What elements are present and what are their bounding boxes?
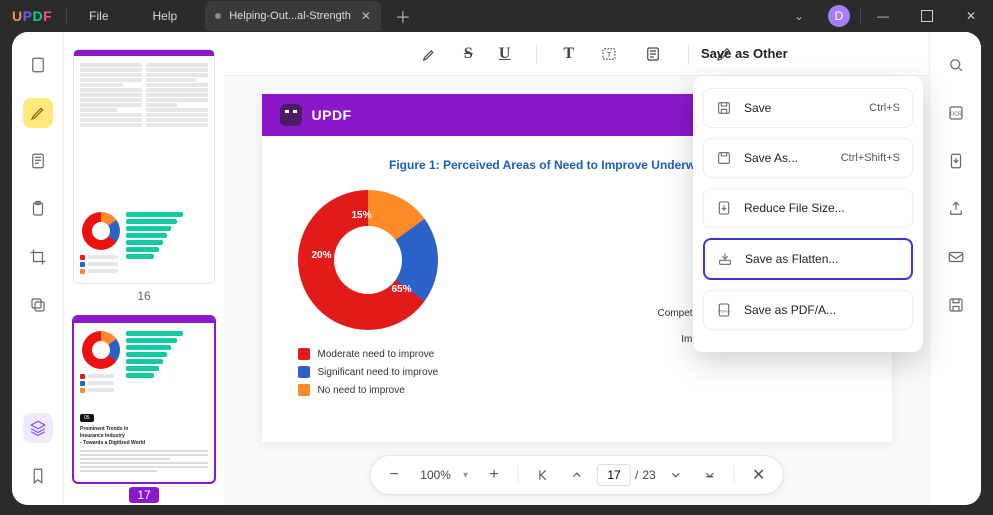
- strikethrough-icon[interactable]: S: [464, 45, 473, 63]
- clipboard-tool-icon[interactable]: [23, 194, 53, 224]
- donut-label-15: 15%: [352, 210, 372, 221]
- zoom-in-button[interactable]: +: [480, 461, 508, 489]
- thumbnail-panel[interactable]: 16 05 Prominent Tren: [64, 32, 224, 505]
- page-indicator: / 23: [597, 464, 656, 486]
- close-zoombar-button[interactable]: ✕: [745, 461, 773, 489]
- mail-icon[interactable]: [941, 242, 971, 272]
- window-minimize-button[interactable]: —: [861, 0, 905, 32]
- thumbnail-page-17[interactable]: 05 Prominent Trends in Insurance Industr…: [74, 317, 214, 482]
- right-sidebar: OCR: [929, 32, 981, 505]
- duplicate-tool-icon[interactable]: [23, 290, 53, 320]
- pdfa-icon: PDF/A: [716, 302, 732, 318]
- tab-title: Helping-Out...al-Strength: [229, 10, 351, 22]
- left-sidebar: [12, 32, 64, 505]
- saveas-icon: [716, 150, 732, 166]
- reduce-file-size-option[interactable]: Reduce File Size...: [703, 188, 913, 228]
- annotation-toolbar: S U T T: [224, 32, 929, 76]
- share-icon[interactable]: [941, 194, 971, 224]
- workspace: 16 05 Prominent Tren: [12, 32, 981, 505]
- donut-label-20: 20%: [312, 250, 332, 261]
- highlighter-tool-icon[interactable]: [23, 98, 53, 128]
- save-icon: [716, 100, 732, 116]
- donut-chart-icon: [82, 212, 120, 250]
- thumbnail-label-17: 17: [74, 488, 214, 502]
- save-option[interactable]: Save Ctrl+S: [703, 88, 913, 128]
- flatten-icon: [717, 251, 733, 267]
- app-logo: UPDF: [0, 8, 66, 24]
- zoom-value[interactable]: 100%: [414, 468, 457, 482]
- svg-text:PDF/A: PDF/A: [718, 309, 730, 314]
- save-other-icon[interactable]: [941, 290, 971, 320]
- ocr-icon[interactable]: OCR: [941, 98, 971, 128]
- save-as-flatten-option[interactable]: Save as Flatten...: [703, 238, 913, 280]
- tabs-dropdown-icon[interactable]: ⌄: [780, 9, 818, 23]
- panel-title: Save as Other: [701, 46, 788, 61]
- zoom-dropdown-icon[interactable]: ▾: [463, 470, 474, 481]
- save-as-option[interactable]: Save As... Ctrl+Shift+S: [703, 138, 913, 178]
- donut-chart-icon: [82, 331, 120, 369]
- next-page-button[interactable]: [662, 461, 690, 489]
- save-as-pdfa-option[interactable]: PDF/A Save as PDF/A...: [703, 290, 913, 330]
- last-page-button[interactable]: [696, 461, 724, 489]
- section-tag: 05: [80, 414, 94, 422]
- tab-close-icon[interactable]: ✕: [361, 9, 371, 23]
- document-tab[interactable]: Helping-Out...al-Strength ✕: [205, 1, 381, 31]
- new-tab-button[interactable]: ＋: [395, 4, 411, 28]
- save-as-other-panel: Save as Other Save Ctrl+S Save As... Ctr…: [693, 76, 923, 352]
- search-icon[interactable]: [941, 50, 971, 80]
- page-total: 23: [642, 468, 655, 482]
- thumbnail-page-16[interactable]: [74, 50, 214, 283]
- window-maximize-button[interactable]: [905, 0, 949, 32]
- first-page-button[interactable]: [529, 461, 557, 489]
- zoom-bar: − 100% ▾ + / 23 ✕: [369, 455, 783, 495]
- section-title: Prominent Trends in Insurance Industry -…: [80, 426, 208, 447]
- bookmark-icon[interactable]: [23, 461, 53, 491]
- shortcut-label: Ctrl+Shift+S: [841, 152, 900, 164]
- page-view-icon[interactable]: [23, 50, 53, 80]
- brand-mark-icon: [280, 104, 302, 126]
- canvas: S U T T UPDF Figure 1: Perceived Areas o…: [224, 32, 929, 505]
- reduce-icon: [716, 200, 732, 216]
- window-close-button[interactable]: ✕: [949, 0, 993, 32]
- layers-icon[interactable]: [23, 413, 53, 443]
- note-icon[interactable]: [644, 45, 662, 63]
- svg-text:OCR: OCR: [950, 111, 962, 117]
- textbox-icon[interactable]: T: [600, 45, 618, 63]
- prev-page-button[interactable]: [563, 461, 591, 489]
- thumbnail-label-16: 16: [74, 289, 214, 303]
- svg-text:T: T: [607, 50, 612, 59]
- tab-indicator-icon: [215, 13, 221, 19]
- donut-label-65: 65%: [392, 284, 412, 295]
- user-avatar[interactable]: D: [828, 5, 850, 27]
- export-file-icon[interactable]: [941, 146, 971, 176]
- menu-file[interactable]: File: [67, 9, 130, 23]
- highlighter-icon[interactable]: [420, 45, 438, 63]
- titlebar: UPDF File Help Helping-Out...al-Strength…: [0, 0, 993, 32]
- menu-help[interactable]: Help: [131, 9, 200, 23]
- zoom-out-button[interactable]: −: [380, 461, 408, 489]
- page-input[interactable]: [597, 464, 631, 486]
- shortcut-label: Ctrl+S: [869, 102, 900, 114]
- text-icon[interactable]: T: [563, 45, 574, 63]
- document-brand: UPDF: [312, 107, 352, 123]
- underline-icon[interactable]: U: [499, 45, 511, 63]
- annotate-tool-icon[interactable]: [23, 146, 53, 176]
- crop-tool-icon[interactable]: [23, 242, 53, 272]
- donut-chart: 15% 20% 65%: [298, 190, 438, 330]
- chart-legend: Moderate need to improve Significant nee…: [298, 348, 518, 396]
